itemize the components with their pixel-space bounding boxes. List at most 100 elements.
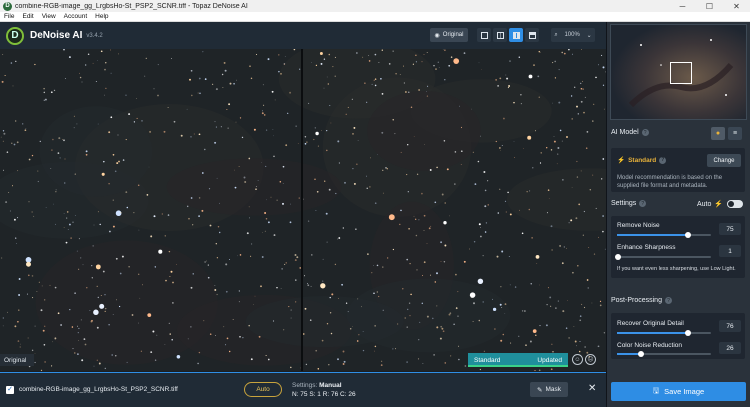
side-by-side-view-icon	[512, 31, 520, 39]
processing-status: Standard Updated	[468, 353, 568, 367]
ai-model-card: ⚡ Standard ? Change Model recommendation…	[611, 148, 745, 192]
top-toolbar: D DeNoise AI v3.4.2 ◉ Original ⌕ 100% ⌄	[0, 22, 606, 49]
menu-account[interactable]: Account	[60, 13, 92, 20]
sad-face-icon[interactable]: ☹	[585, 354, 596, 365]
model-description: Model recommendation is based on the sup…	[617, 175, 723, 189]
slider-fill	[617, 332, 689, 334]
status-model: Standard	[474, 356, 501, 364]
zoom-value: 100%	[564, 32, 580, 38]
menu-file[interactable]: File	[0, 13, 18, 20]
slider-fill	[617, 234, 688, 236]
window-title: combine-RGB-image_gg_LrgbsHo-St_PSP2_SCN…	[15, 2, 248, 10]
app-version: v3.4.2	[86, 32, 103, 39]
single-view-icon	[480, 31, 488, 39]
original-pane-label: Original	[0, 354, 34, 366]
settings-summary: Settings: Manual N: 75 S: 1 R: 76 C: 26	[292, 381, 356, 399]
ai-model-title: AI Model ?	[611, 129, 649, 136]
mask-label: Mask	[545, 386, 561, 393]
original-toggle-button[interactable]: ◉ Original	[430, 28, 468, 42]
model-name: ⚡ Standard ?	[617, 156, 667, 164]
brush-icon: ✎	[537, 386, 543, 394]
feedback-buttons: ☺ ☹	[572, 354, 596, 365]
close-window-button[interactable]: ✕	[723, 0, 750, 12]
mask-button[interactable]: ✎ Mask	[530, 382, 568, 397]
settings-card: Remove Noise 75 Enhance Sharpness 1 If y…	[611, 216, 745, 278]
bolt-icon: ⚡	[714, 201, 724, 208]
enhance-sharpness-slider[interactable]	[614, 254, 711, 260]
menu-help[interactable]: Help	[91, 13, 112, 20]
settings-mode: Manual	[319, 382, 342, 389]
navigator-thumbnail[interactable]	[610, 24, 747, 120]
remove-file-button[interactable]: ✕	[588, 383, 596, 394]
model-list-button[interactable]: ≡	[728, 127, 742, 140]
window-title-bar: D combine-RGB-image_gg_LrgbsHo-St_PSP2_S…	[0, 0, 750, 12]
recover-detail-label: Recover Original Detail	[617, 320, 684, 327]
save-image-button[interactable]: 🖫 Save Image	[611, 382, 746, 401]
split-view-button[interactable]	[493, 28, 507, 42]
model-bulb-button[interactable]: ●	[711, 127, 725, 140]
remove-noise-label: Remove Noise	[617, 222, 660, 229]
split-divider[interactable]	[301, 49, 303, 371]
sharpness-hint: If you want even less sharpening, use Lo…	[617, 266, 736, 272]
view-mode-group	[477, 28, 539, 42]
change-model-button[interactable]: Change	[707, 154, 741, 167]
settings-title: Settings ?	[611, 200, 647, 207]
settings-params: N: 75 S: 1 R: 76 C: 26	[292, 391, 356, 398]
status-text: Updated	[537, 356, 562, 364]
bolt-icon: ⚡	[617, 157, 626, 164]
app-brand: DeNoise AI	[30, 30, 83, 41]
chevron-down-icon: ⌄	[586, 32, 592, 39]
slider-knob[interactable]	[685, 330, 692, 336]
enhance-sharpness-label: Enhance Sharpness	[617, 244, 676, 251]
file-bar: ✓ combine-RGB-image_gg_LrgbsHo-St_PSP2_S…	[0, 372, 606, 407]
zoom-control[interactable]: ⌕ 100% ⌄	[551, 28, 595, 42]
model-name-text: Standard	[628, 156, 657, 164]
lightbulb-icon: ●	[715, 130, 721, 137]
settings-prefix: Settings:	[292, 382, 318, 389]
navigator-viewport-box[interactable]	[670, 62, 692, 84]
side-by-side-view-button[interactable]	[509, 28, 523, 42]
help-icon[interactable]: ?	[639, 200, 647, 207]
list-icon: ≡	[732, 130, 738, 137]
slider-knob[interactable]	[684, 232, 691, 238]
post-processing-title-text: Post-Processing	[611, 297, 662, 304]
save-image-label: Save Image	[664, 387, 705, 396]
zoom-icon: ⌕	[554, 31, 558, 38]
enhance-sharpness-value[interactable]: 1	[719, 245, 741, 257]
starfield-image	[0, 49, 606, 371]
original-toggle-label: Original	[442, 32, 464, 38]
denoise-logo: D	[6, 26, 24, 45]
right-panel: AI Model ? ● ≡ ⚡ Standard ? Change Model…	[606, 22, 750, 407]
remove-noise-slider[interactable]	[617, 232, 711, 238]
post-processing-title: Post-Processing ?	[611, 297, 672, 304]
recover-detail-slider[interactable]	[617, 330, 711, 336]
menu-bar: File Edit View Account Help	[0, 12, 750, 22]
happy-face-icon[interactable]: ☺	[572, 354, 583, 365]
color-noise-label: Color Noise Reduction	[617, 342, 683, 349]
help-icon[interactable]: ?	[664, 297, 672, 304]
auto-toggle-label: Auto ⚡	[697, 200, 724, 209]
split-view-icon	[496, 31, 504, 39]
help-icon[interactable]: ?	[641, 129, 649, 136]
maximize-button[interactable]: ☐	[696, 0, 723, 12]
slider-knob[interactable]	[614, 254, 621, 260]
slider-knob[interactable]	[638, 351, 645, 357]
auto-button[interactable]: Auto	[244, 382, 282, 397]
image-viewer[interactable]: Original Standard Updated ☺ ☹	[0, 49, 606, 371]
comparison-view-button[interactable]	[525, 28, 539, 42]
remove-noise-value[interactable]: 75	[719, 223, 741, 235]
color-noise-slider[interactable]	[617, 351, 711, 357]
comparison-view-icon	[528, 31, 536, 39]
post-processing-card: Recover Original Detail 76 Color Noise R…	[611, 313, 745, 359]
recover-detail-value[interactable]: 76	[719, 320, 741, 332]
color-noise-value[interactable]: 26	[719, 342, 741, 354]
file-checkbox[interactable]: ✓	[6, 386, 14, 394]
menu-edit[interactable]: Edit	[18, 13, 37, 20]
file-name: combine-RGB-image_gg_LrgbsHo-St_PSP2_SCN…	[19, 386, 178, 393]
minimize-button[interactable]: ─	[669, 0, 696, 12]
menu-view[interactable]: View	[38, 13, 60, 20]
auto-toggle[interactable]	[727, 200, 743, 208]
help-icon[interactable]: ?	[659, 156, 667, 164]
single-view-button[interactable]	[477, 28, 491, 42]
ai-model-title-text: AI Model	[611, 129, 639, 136]
